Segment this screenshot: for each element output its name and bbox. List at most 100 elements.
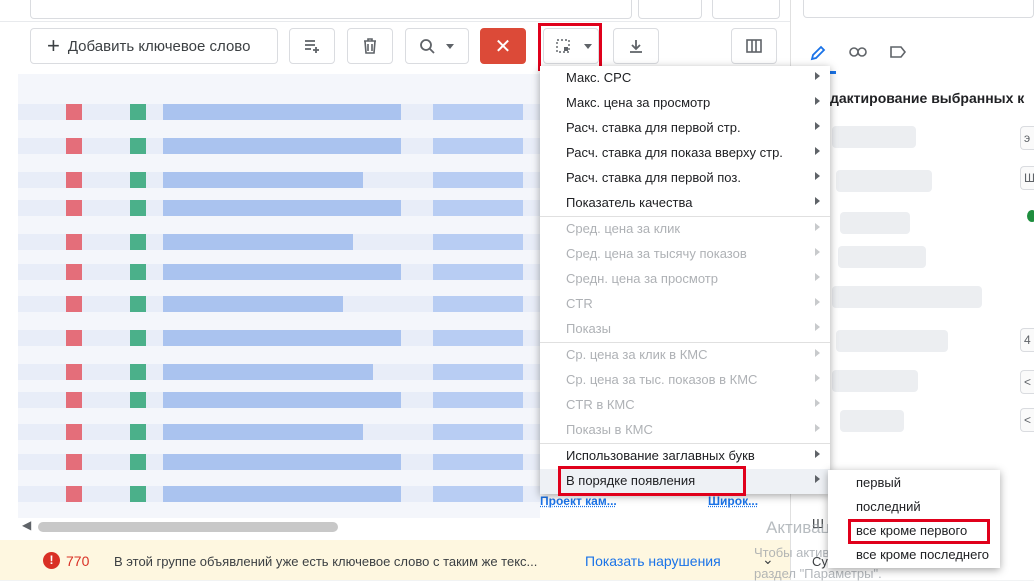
add-keyword-label: Добавить ключевое слово [67,37,251,55]
menu-item-impressions: Показы [540,317,830,342]
panel-top-field[interactable] [803,0,1034,18]
table-row[interactable] [18,200,540,216]
menu-item-avg-cpv: Средн. цена за просмотр [540,267,830,292]
panel-input[interactable]: э [1020,126,1034,150]
table-row[interactable] [18,264,540,280]
menu-item-avg-cpm: Сред. цена за тысячу показов [540,242,830,267]
trash-button[interactable] [347,28,393,64]
submenu-item-all-except-last[interactable]: все кроме последнего [828,544,1000,568]
panel-input[interactable]: < [1020,370,1034,394]
order-submenu: первый последний все кроме первого все к… [828,470,1000,568]
panel-tabs [800,34,1034,74]
tab-link[interactable] [840,34,876,70]
menu-item-first-page-bid[interactable]: Расч. ставка для первой стр. [540,116,830,141]
table-row[interactable] [18,486,540,502]
chevron-right-icon [815,248,820,256]
plus-icon: + [47,33,60,58]
chevron-right-icon [815,72,820,80]
top-button-2[interactable] [712,0,780,19]
chevron-right-icon [815,223,820,231]
table-row[interactable] [18,364,540,380]
select-area-icon [556,39,570,53]
panel-field-blur [840,410,904,432]
panel-input[interactable]: 4 [1020,328,1034,352]
campaign-link[interactable]: Проект кам... [540,494,617,508]
table-row[interactable] [18,234,540,250]
panel-heading: дактирование выбранных к [830,90,1025,106]
panel-field-blur [832,286,982,308]
panel-input[interactable]: Ш [1020,166,1034,190]
panel-field-blur [836,330,948,352]
panel-input[interactable]: < [1020,408,1034,432]
chevron-right-icon [815,399,820,407]
menu-item-order-of-appearance[interactable]: В порядке появления [540,469,830,494]
bid-menu: Макс. CPC Макс. цена за просмотр Расч. с… [540,66,830,494]
table-row[interactable] [18,138,540,154]
horizontal-scrollbar[interactable]: ◀ [18,518,790,536]
submenu-item-first[interactable]: первый [828,472,1000,496]
menu-item-capitalization[interactable]: Использование заглавных букв [540,444,830,469]
match-type-link[interactable]: Широк... [708,494,758,508]
windows-watermark-line-2: раздел "Параметры". [754,566,882,581]
table-row[interactable] [18,330,540,346]
top-strip [0,0,790,22]
chevron-down-icon [446,43,454,49]
add-keyword-button[interactable]: + Добавить ключевое слово [30,28,278,64]
close-button[interactable]: ✕ [480,28,526,64]
chevron-right-icon [815,424,820,432]
table-row[interactable] [18,392,540,408]
scroll-left-icon[interactable]: ◀ [22,518,31,532]
chevron-right-icon [815,147,820,155]
search-replace-button[interactable] [405,28,469,64]
add-row-button[interactable] [289,28,335,64]
table-row[interactable] [18,454,540,470]
menu-item-impressions-gdn: Показы в КМС [540,418,830,443]
show-violations-link[interactable]: Показать нарушения [585,553,721,569]
chevron-right-icon [815,349,820,357]
table-row[interactable] [18,424,540,440]
menu-item-quality-score[interactable]: Показатель качества [540,191,830,216]
warning-text: В этой группе объявлений уже есть ключев… [114,554,538,569]
panel-field-blur [838,246,926,268]
panel-field-blur [840,212,910,234]
keywords-grid [18,74,540,518]
top-field[interactable] [30,0,632,19]
chevron-right-icon [815,323,820,331]
chevron-right-icon [815,172,820,180]
menu-item-avg-cpm-gdn: Ср. цена за тыс. показов в КМС [540,368,830,393]
download-button[interactable] [613,28,659,64]
menu-item-top-page-bid[interactable]: Расч. ставка для показа вверху стр. [540,141,830,166]
submenu-item-last[interactable]: последний [828,496,1000,520]
menu-item-max-cpc[interactable]: Макс. CPC [540,66,830,91]
submenu-item-all-except-first[interactable]: все кроме первого [828,520,1000,544]
status-dot [1027,210,1034,222]
chevron-right-icon [815,273,820,281]
tab-label[interactable] [880,34,916,70]
menu-item-first-position-bid[interactable]: Расч. ставка для первой поз. [540,166,830,191]
chevron-right-icon [815,298,820,306]
menu-item-avg-cpc-gdn: Ср. цена за клик в КМС [540,343,830,368]
panel-field-blur [832,126,916,148]
chevron-right-icon [815,122,820,130]
table-row[interactable] [18,172,540,188]
close-icon: ✕ [494,35,512,58]
error-count: 770 [66,553,90,569]
chevron-right-icon [815,374,820,382]
error-icon: ! [43,552,60,569]
table-row[interactable] [18,296,540,312]
top-button[interactable] [638,0,702,19]
link-icon [849,47,867,57]
trash-icon [364,38,376,54]
select-columns-button[interactable] [543,28,599,64]
chevron-right-icon [815,450,820,458]
scrollbar-thumb[interactable] [38,522,338,532]
label-icon [890,46,906,58]
playlist-add-icon [305,40,319,53]
menu-item-max-cpv[interactable]: Макс. цена за просмотр [540,91,830,116]
table-row[interactable] [18,104,540,120]
chevron-right-icon [815,197,820,205]
menu-item-avg-cpc: Сред. цена за клик [540,217,830,242]
columns-icon [746,39,762,53]
chevron-right-icon [815,475,820,483]
columns-button[interactable] [731,28,777,64]
